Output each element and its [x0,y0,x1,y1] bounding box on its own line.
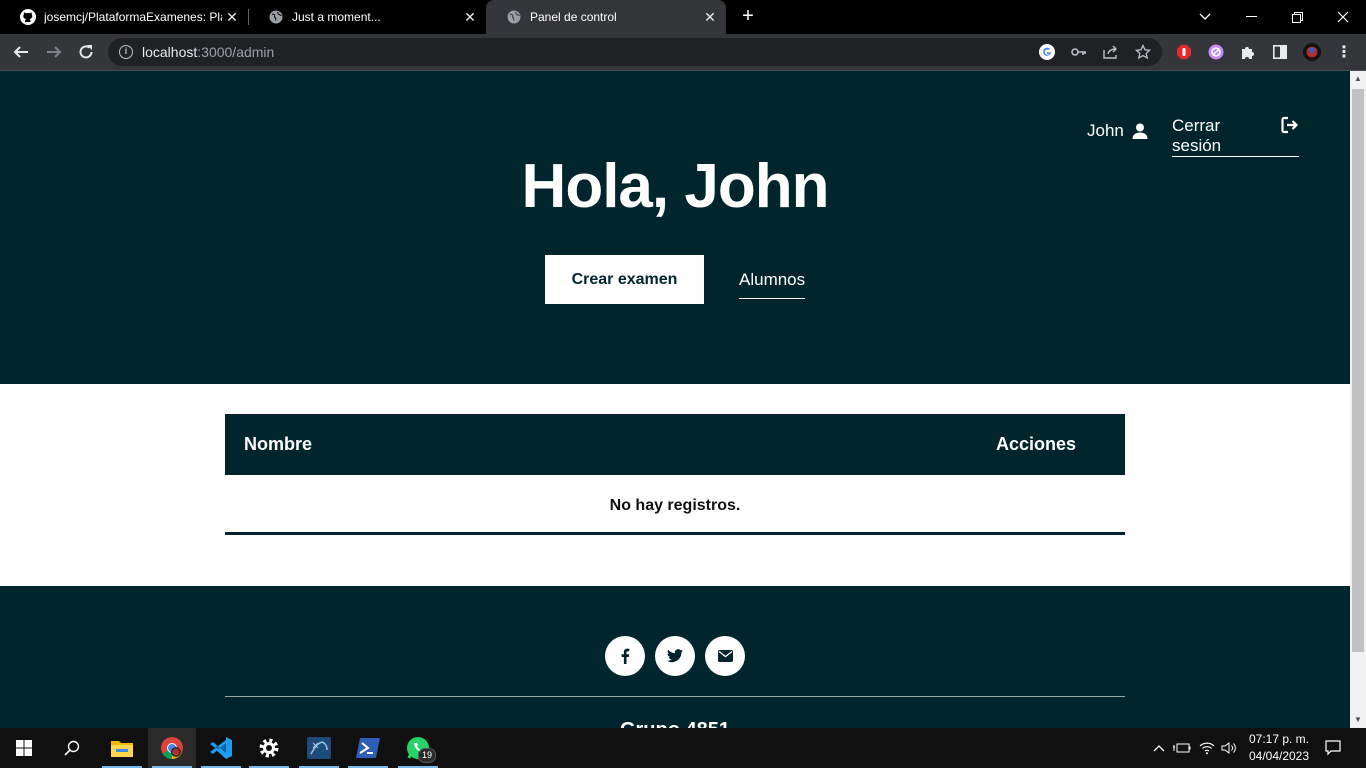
footer: Grupo 4851 [0,586,1350,728]
table-header: Nombre Acciones [225,414,1125,475]
footer-group-text: Grupo 4851 [0,719,1350,728]
page-viewport: John Cerrar sesión Hola, John Crear exam… [0,71,1350,728]
windows-taskbar: 19 07:17 p. m. 04/04/2023 [0,728,1366,768]
column-header-actions: Acciones [995,434,1076,454]
browser-toolbar: i localhost:3000/admin ⋮ [0,34,1366,71]
tab-search-icon[interactable] [1182,0,1228,34]
exams-table: Nombre Acciones No hay registros. [225,414,1125,535]
close-tab-icon[interactable]: ✕ [700,9,720,26]
reload-button[interactable] [73,40,99,64]
minimize-button[interactable] [1228,0,1274,34]
close-window-button[interactable] [1320,0,1366,34]
page-scrollbar[interactable]: ▲ ▼ [1350,71,1366,728]
footer-divider [225,696,1125,697]
tab-panel-de-control[interactable]: Panel de control ✕ [486,0,726,34]
create-exam-button[interactable]: Crear examen [545,255,704,304]
user-icon [1132,123,1148,139]
column-header-name: Nombre [244,434,313,454]
notifications-icon[interactable] [1324,739,1342,757]
tab-github[interactable]: josemcj/PlataformaExamenes: Pla ✕ [0,0,248,34]
bookmark-star-icon[interactable] [1134,43,1152,61]
search-icon[interactable] [48,728,96,768]
google-icon[interactable] [1038,43,1056,61]
scroll-down-arrow-icon[interactable]: ▼ [1350,712,1366,728]
empty-message: No hay registros. [225,475,1125,535]
sign-out-icon [1281,116,1299,134]
system-clock[interactable]: 07:17 p. m. 04/04/2023 [1244,731,1314,765]
browser-tab-strip: josemcj/PlataformaExamenes: Pla ✕ Just a… [0,0,1366,34]
twitter-icon[interactable] [655,636,695,676]
vscode-icon[interactable] [197,728,245,768]
scrollbar-thumb[interactable] [1352,89,1364,652]
key-icon[interactable] [1070,43,1088,61]
url-text: localhost:3000/admin [142,44,275,60]
clock-time: 07:17 p. m. [1248,732,1310,746]
tab-title: Panel de control [530,10,617,24]
site-info-icon[interactable]: i [119,45,133,59]
close-tab-icon[interactable]: ✕ [460,9,480,26]
menu-kebab-icon[interactable]: ⋮ [1335,43,1353,61]
side-panel-icon[interactable] [1271,43,1289,61]
user-name: John [1087,121,1124,140]
user-menu[interactable]: John [1087,121,1148,141]
close-tab-icon[interactable]: ✕ [222,9,242,26]
whatsapp-badge: 19 [417,748,436,763]
privacy-extension-icon[interactable] [1207,43,1225,61]
file-explorer-icon[interactable] [98,728,146,768]
globe-icon [506,9,522,25]
tab-title: Just a moment... [292,10,381,24]
tab-just-a-moment[interactable]: Just a moment... ✕ [248,0,486,34]
profile-avatar-icon[interactable] [1303,43,1321,61]
clock-date: 04/04/2023 [1248,749,1310,763]
restore-button[interactable] [1274,0,1320,34]
powershell-icon[interactable] [344,728,392,768]
wifi-icon[interactable] [1198,739,1216,757]
back-button[interactable] [8,40,34,64]
header-hero: John Cerrar sesión Hola, John Crear exam… [0,71,1350,384]
adblock-extension-icon[interactable] [1175,43,1193,61]
globe-icon [268,9,284,25]
windows-start-icon[interactable] [0,728,48,768]
show-hidden-icons-chevron-icon[interactable] [1150,739,1168,757]
new-tab-button[interactable]: + [736,4,760,28]
extensions-puzzle-icon[interactable] [1239,43,1257,61]
settings-icon[interactable] [245,728,293,768]
volume-icon[interactable] [1220,739,1238,757]
forward-button[interactable] [41,40,67,64]
battery-icon[interactable] [1173,739,1191,757]
share-icon[interactable] [1102,43,1120,61]
whatsapp-icon[interactable]: 19 [394,728,442,768]
students-link[interactable]: Alumnos [739,270,806,299]
address-bar[interactable]: i localhost:3000/admin [108,38,1162,66]
page-title: Hola, John [521,152,830,221]
github-icon [20,9,36,25]
chrome-icon[interactable] [148,728,196,768]
tab-title: josemcj/PlataformaExamenes: Pla [44,10,222,24]
email-icon[interactable] [705,636,745,676]
mysql-workbench-icon[interactable] [295,728,343,768]
facebook-icon[interactable] [605,636,645,676]
logout-label: Cerrar sesión [1172,116,1222,155]
scroll-up-arrow-icon[interactable]: ▲ [1350,71,1366,87]
